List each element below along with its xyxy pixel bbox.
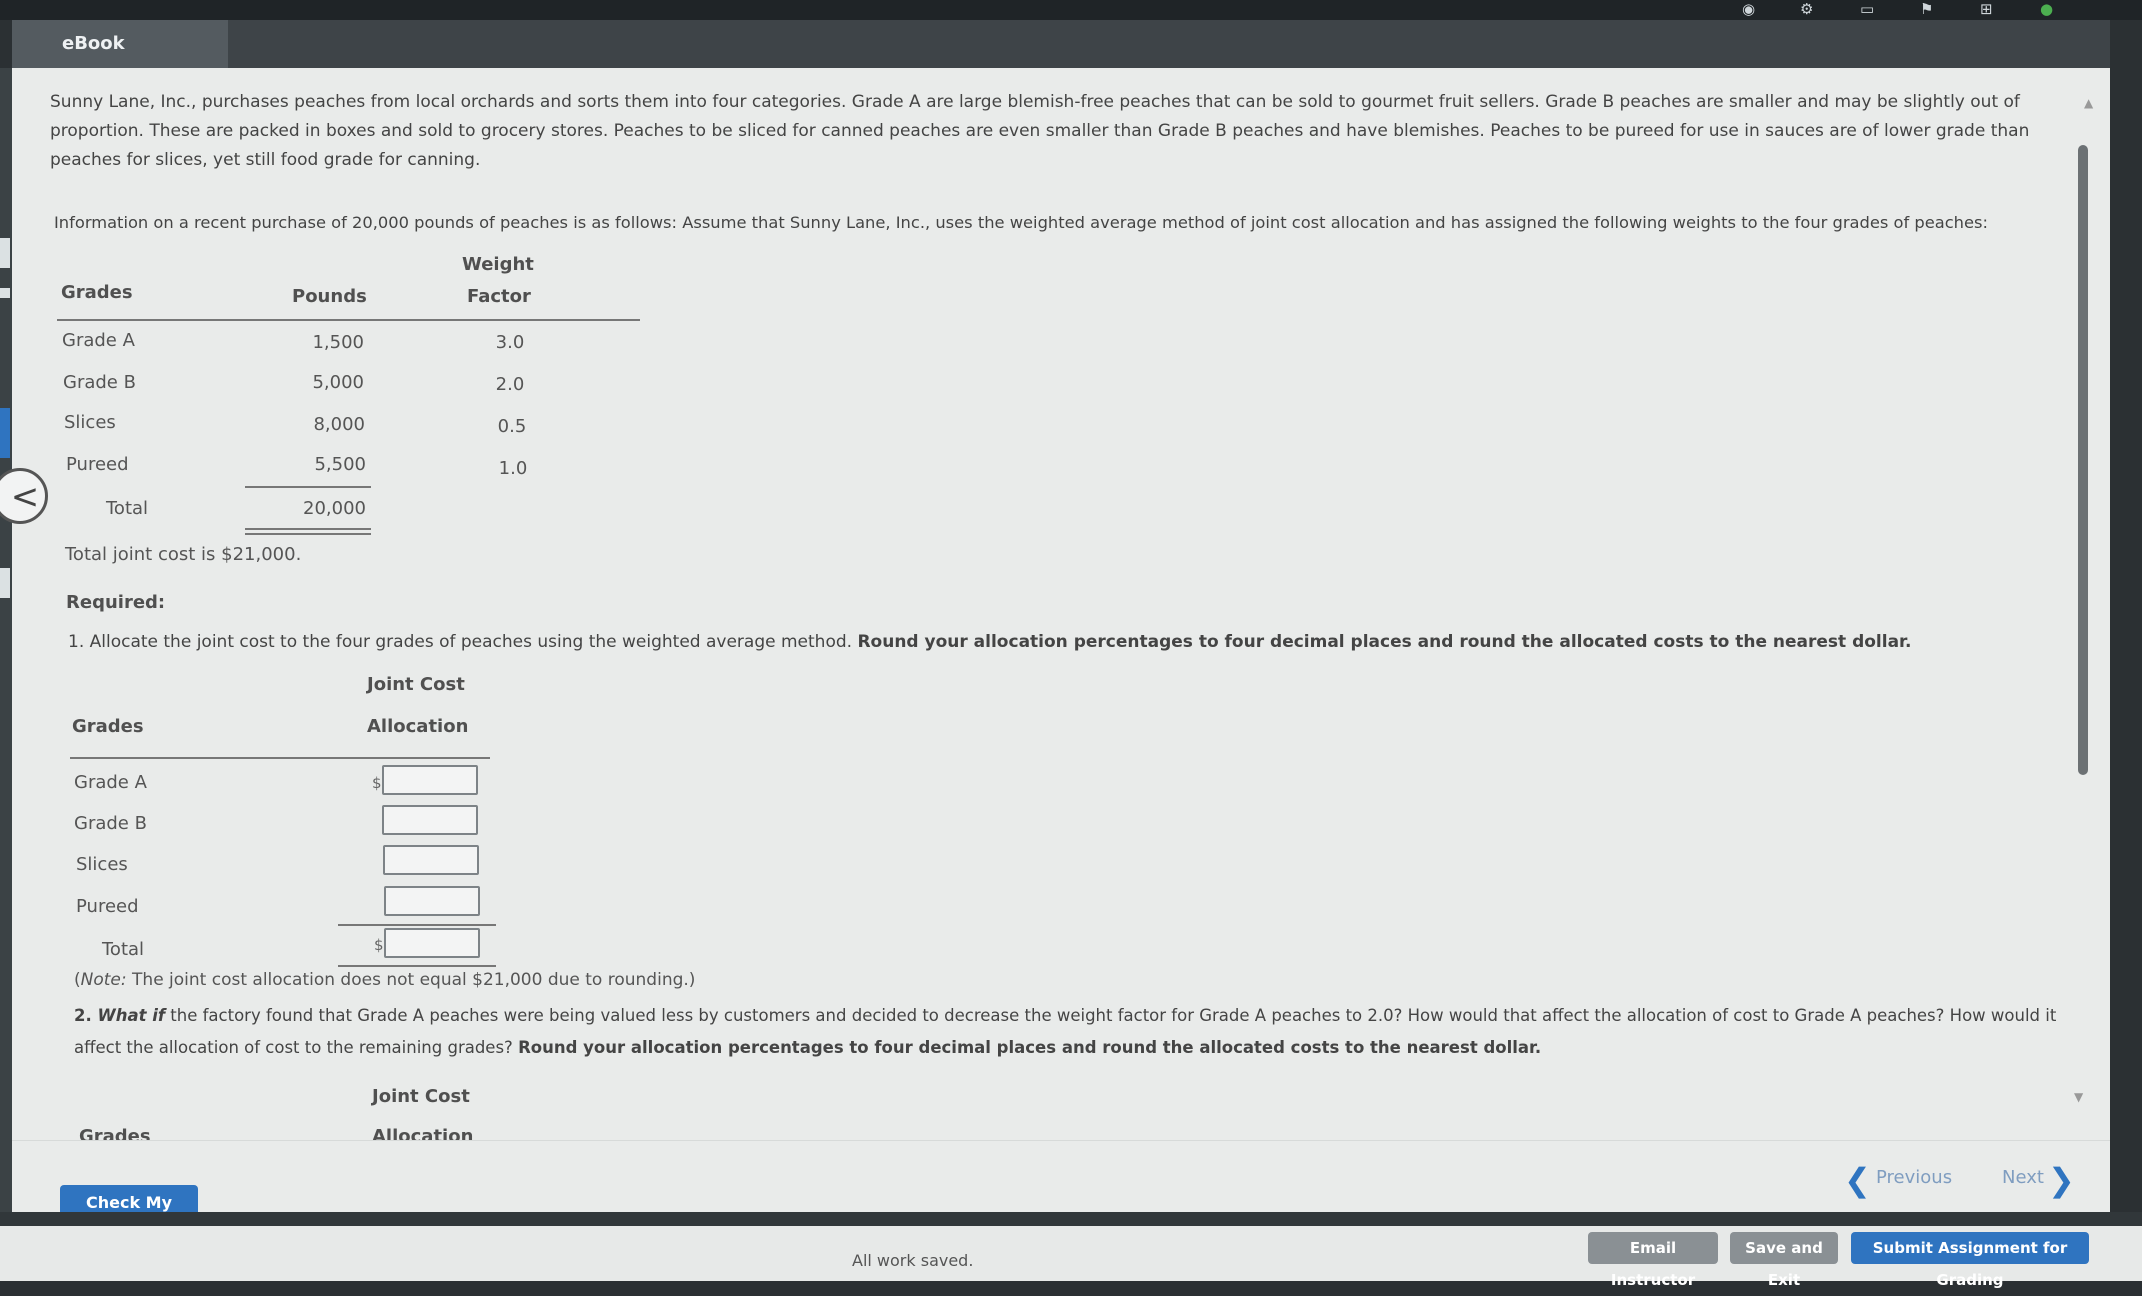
- question-1-instruction: Round your allocation percentages to fou…: [857, 632, 1912, 652]
- row-grade: Grade B: [63, 372, 136, 393]
- flag-icon[interactable]: ⚑: [1920, 0, 1933, 18]
- row-grade: Slices: [64, 412, 116, 433]
- total-double-rule: [245, 528, 371, 530]
- currency-symbol: $: [372, 774, 382, 792]
- save-status: All work saved.: [852, 1251, 974, 1270]
- book-icon[interactable]: ▭: [1860, 0, 1874, 18]
- email-instructor-button[interactable]: Email Instructor: [1588, 1232, 1718, 1289]
- grade-b-allocation-input[interactable]: [382, 805, 478, 835]
- row-pounds: 1,500: [312, 332, 364, 353]
- left-strip: [0, 68, 12, 1240]
- alloc-header-line2: Allocation: [367, 716, 469, 737]
- intro-paragraph: Sunny Lane, Inc., purchases peaches from…: [50, 92, 2030, 170]
- table-header-rule: [57, 319, 640, 321]
- alloc-total-rule: [338, 965, 496, 967]
- alloc-header-line1: Joint Cost: [367, 674, 465, 695]
- grade-a-allocation-input[interactable]: [382, 765, 478, 795]
- previous-button[interactable]: Previous: [1876, 1167, 1952, 1188]
- note-text: (Note: The joint cost allocation does no…: [74, 970, 696, 990]
- question-2-instruction: Round your allocation percentages to fou…: [518, 1038, 1542, 1057]
- alloc-row-label: Pureed: [76, 896, 139, 917]
- scrollbar-thumb[interactable]: [2078, 145, 2088, 775]
- row-pounds: 5,500: [314, 454, 366, 475]
- alloc-row-label: Slices: [76, 854, 128, 875]
- question-1: 1. Allocate the joint cost to the four g…: [68, 628, 2108, 657]
- submit-assignment-button[interactable]: Submit Assignment for Grading: [1851, 1232, 2089, 1289]
- currency-symbol: $: [374, 936, 384, 954]
- strip-marker: [0, 288, 10, 298]
- row-weight: 0.5: [497, 416, 527, 437]
- subtotal-rule: [245, 486, 371, 488]
- total-label: Total: [106, 498, 149, 519]
- alloc-header-grades: Grades: [72, 716, 144, 737]
- note-body: The joint cost allocation does not equal…: [126, 970, 696, 990]
- alloc-row-label: Grade A: [74, 772, 147, 793]
- grid-icon[interactable]: ⊞: [1980, 0, 1993, 18]
- header-weight-line2: Factor: [467, 286, 531, 307]
- badge-icon[interactable]: ◉: [1742, 0, 1755, 18]
- scroll-up-arrow[interactable]: ▲: [2084, 96, 2093, 110]
- row-pounds: 8,000: [313, 414, 365, 435]
- required-label: Required:: [66, 592, 166, 613]
- navigation-bar: ❮ Previous Next ❯: [12, 1140, 2110, 1213]
- row-weight: 2.0: [495, 374, 525, 395]
- divider: [0, 1212, 2142, 1226]
- strip-marker: [0, 238, 10, 268]
- row-weight: 1.0: [498, 458, 528, 479]
- alloc-subtotal-rule: [338, 924, 496, 926]
- pureed-allocation-input[interactable]: [384, 886, 480, 916]
- chevron-left-icon[interactable]: ❮: [1844, 1161, 1871, 1199]
- tab-bar: eBook: [12, 20, 2110, 70]
- next-button[interactable]: Next: [2002, 1167, 2044, 1188]
- header-grades: Grades: [61, 282, 133, 303]
- joint-cost-text: Total joint cost is $21,000.: [65, 544, 302, 565]
- question-2-what-if: What if: [97, 1006, 166, 1025]
- header-pounds: Pounds: [292, 286, 367, 307]
- question-2: 2. What if the factory found that Grade …: [74, 1000, 2074, 1064]
- strip-marker: [0, 568, 10, 598]
- status-icon: ●: [2040, 0, 2054, 18]
- note-label: Note:: [80, 970, 127, 990]
- total-pounds: 20,000: [303, 498, 366, 519]
- chevron-right-icon[interactable]: ❯: [2048, 1161, 2075, 1199]
- strip-marker: [0, 408, 10, 458]
- total-double-rule: [245, 533, 371, 535]
- question-1-text: 1. Allocate the joint cost to the four g…: [68, 632, 853, 652]
- question-2-number: 2.: [74, 1006, 98, 1025]
- row-pounds: 5,000: [312, 372, 364, 393]
- settings-icon[interactable]: ⚙: [1800, 0, 1813, 18]
- total-allocation-input[interactable]: [384, 928, 480, 958]
- header-weight-line1: Weight: [462, 254, 534, 275]
- question-content: Sunny Lane, Inc., purchases peaches from…: [12, 68, 2110, 1140]
- scroll-down-arrow[interactable]: ▼: [2074, 1090, 2083, 1104]
- info-paragraph: Information on a recent purchase of 20,0…: [54, 213, 1988, 232]
- row-grade: Grade A: [62, 330, 135, 351]
- alloc-row-label: Grade B: [74, 813, 147, 834]
- row-weight: 3.0: [495, 332, 525, 353]
- alloc-total-label: Total: [102, 939, 145, 960]
- q2-header-line1: Joint Cost: [372, 1086, 470, 1107]
- tab-ebook[interactable]: eBook: [12, 20, 228, 68]
- top-toolbar: ◉ ⚙ ▭ ⚑ ⊞ ●: [0, 0, 2142, 20]
- save-and-exit-button[interactable]: Save and Exit: [1730, 1232, 1838, 1289]
- row-grade: Pureed: [66, 454, 129, 475]
- alloc-header-rule: [70, 757, 490, 759]
- slices-allocation-input[interactable]: [383, 845, 479, 875]
- q2-header-grades: Grades: [79, 1126, 151, 1140]
- q2-header-line2: Allocation: [372, 1126, 474, 1140]
